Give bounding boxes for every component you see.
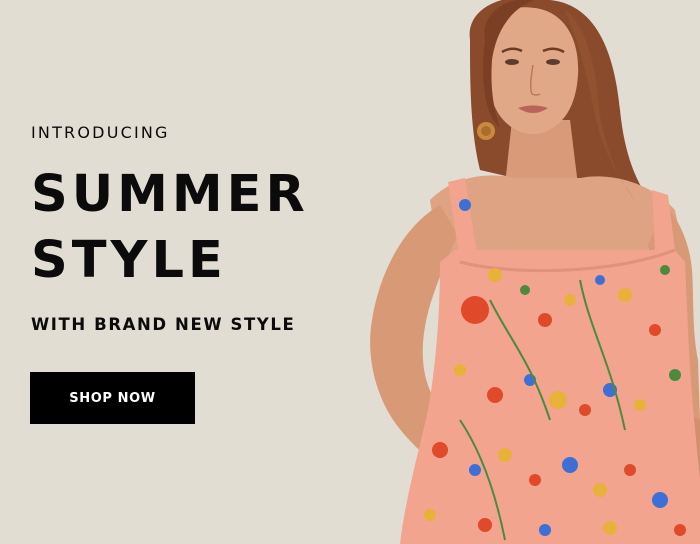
model-photo (370, 0, 700, 544)
headline-line-1: SUMMER (31, 165, 309, 224)
hero-banner: INTRODUCING SUMMER STYLE WITH BRAND NEW … (0, 0, 700, 544)
headline-line-2: STYLE (31, 231, 227, 290)
hero-text: INTRODUCING SUMMER STYLE WITH BRAND NEW … (31, 122, 309, 336)
eyebrow-text: INTRODUCING (31, 123, 170, 142)
hero-subhead: WITH BRAND NEW STYLE (31, 315, 296, 334)
shop-now-button[interactable]: SHOP NOW (30, 372, 195, 424)
hero-headline: SUMMER STYLE (31, 162, 309, 294)
